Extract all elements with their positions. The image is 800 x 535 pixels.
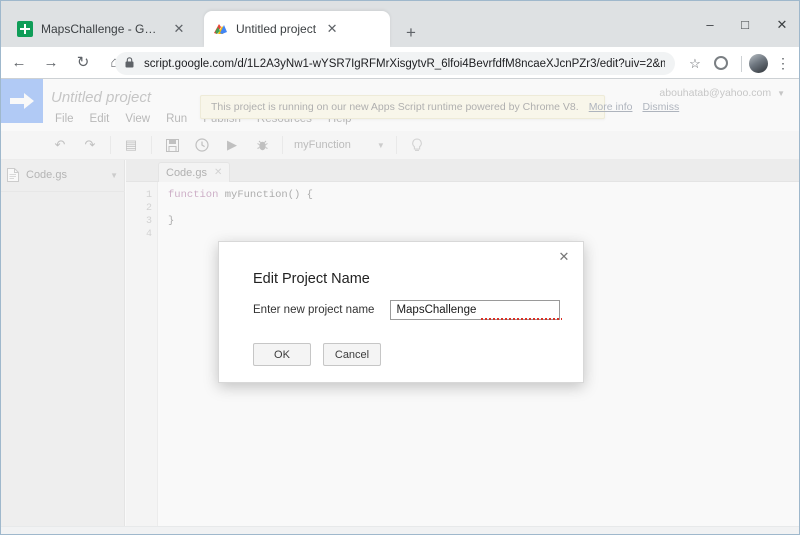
new-tab-button[interactable]: +: [399, 22, 423, 46]
window-minimize-button[interactable]: –: [697, 15, 723, 35]
browser-tab-untitled-project[interactable]: Untitled project ✕: [204, 11, 390, 47]
reload-icon[interactable]: ↻: [69, 49, 97, 77]
cancel-button[interactable]: Cancel: [323, 343, 381, 366]
apps-script-icon: [212, 21, 228, 37]
window-close-button[interactable]: ✕: [769, 15, 795, 35]
project-name-label: Enter new project name: [253, 304, 375, 316]
browser-tab-strip: MapsChallenge - Google Sheets ✕ Untitled…: [1, 1, 799, 47]
address-bar-url: script.google.com/d/1L2A3yNw1-wYSR7IgRFM…: [144, 57, 665, 70]
close-icon[interactable]: ✕: [555, 248, 573, 266]
project-name-input[interactable]: [390, 300, 561, 320]
browser-toolbar: ← → ↻ ⌂ script.google.com/d/1L2A3yNw1-wY…: [1, 47, 799, 79]
browser-tab-close-icon[interactable]: ✕: [171, 21, 187, 37]
google-sheets-icon: [17, 21, 33, 37]
browser-window: MapsChallenge - Google Sheets ✕ Untitled…: [0, 0, 800, 535]
browser-tab-title: MapsChallenge - Google Sheets: [41, 22, 163, 36]
ok-button[interactable]: OK: [253, 343, 311, 366]
lock-icon: [125, 55, 136, 73]
window-maximize-button[interactable]: □: [732, 15, 758, 35]
chrome-menu-icon[interactable]: ⋮: [775, 54, 791, 73]
toolbar-divider: [741, 56, 742, 72]
forward-icon[interactable]: →: [37, 49, 65, 77]
dialog-title: Edit Project Name: [253, 271, 370, 287]
bookmark-star-icon[interactable]: ☆: [687, 56, 703, 72]
address-bar[interactable]: script.google.com/d/1L2A3yNw1-wYSR7IgRFM…: [115, 52, 675, 75]
dialog-field-row: Enter new project name: [253, 300, 561, 320]
profile-avatar[interactable]: [749, 54, 768, 73]
extension-icon[interactable]: [714, 56, 728, 70]
browser-tab-close-icon[interactable]: ✕: [324, 21, 340, 37]
apps-script-app: Untitled project File Edit View Run Publ…: [1, 79, 799, 534]
browser-tab-title: Untitled project: [236, 22, 317, 36]
back-icon[interactable]: ←: [5, 49, 33, 77]
edit-project-name-dialog: ✕ Edit Project Name Enter new project na…: [218, 241, 584, 383]
browser-tab-maps-challenge[interactable]: MapsChallenge - Google Sheets ✕: [9, 11, 195, 47]
